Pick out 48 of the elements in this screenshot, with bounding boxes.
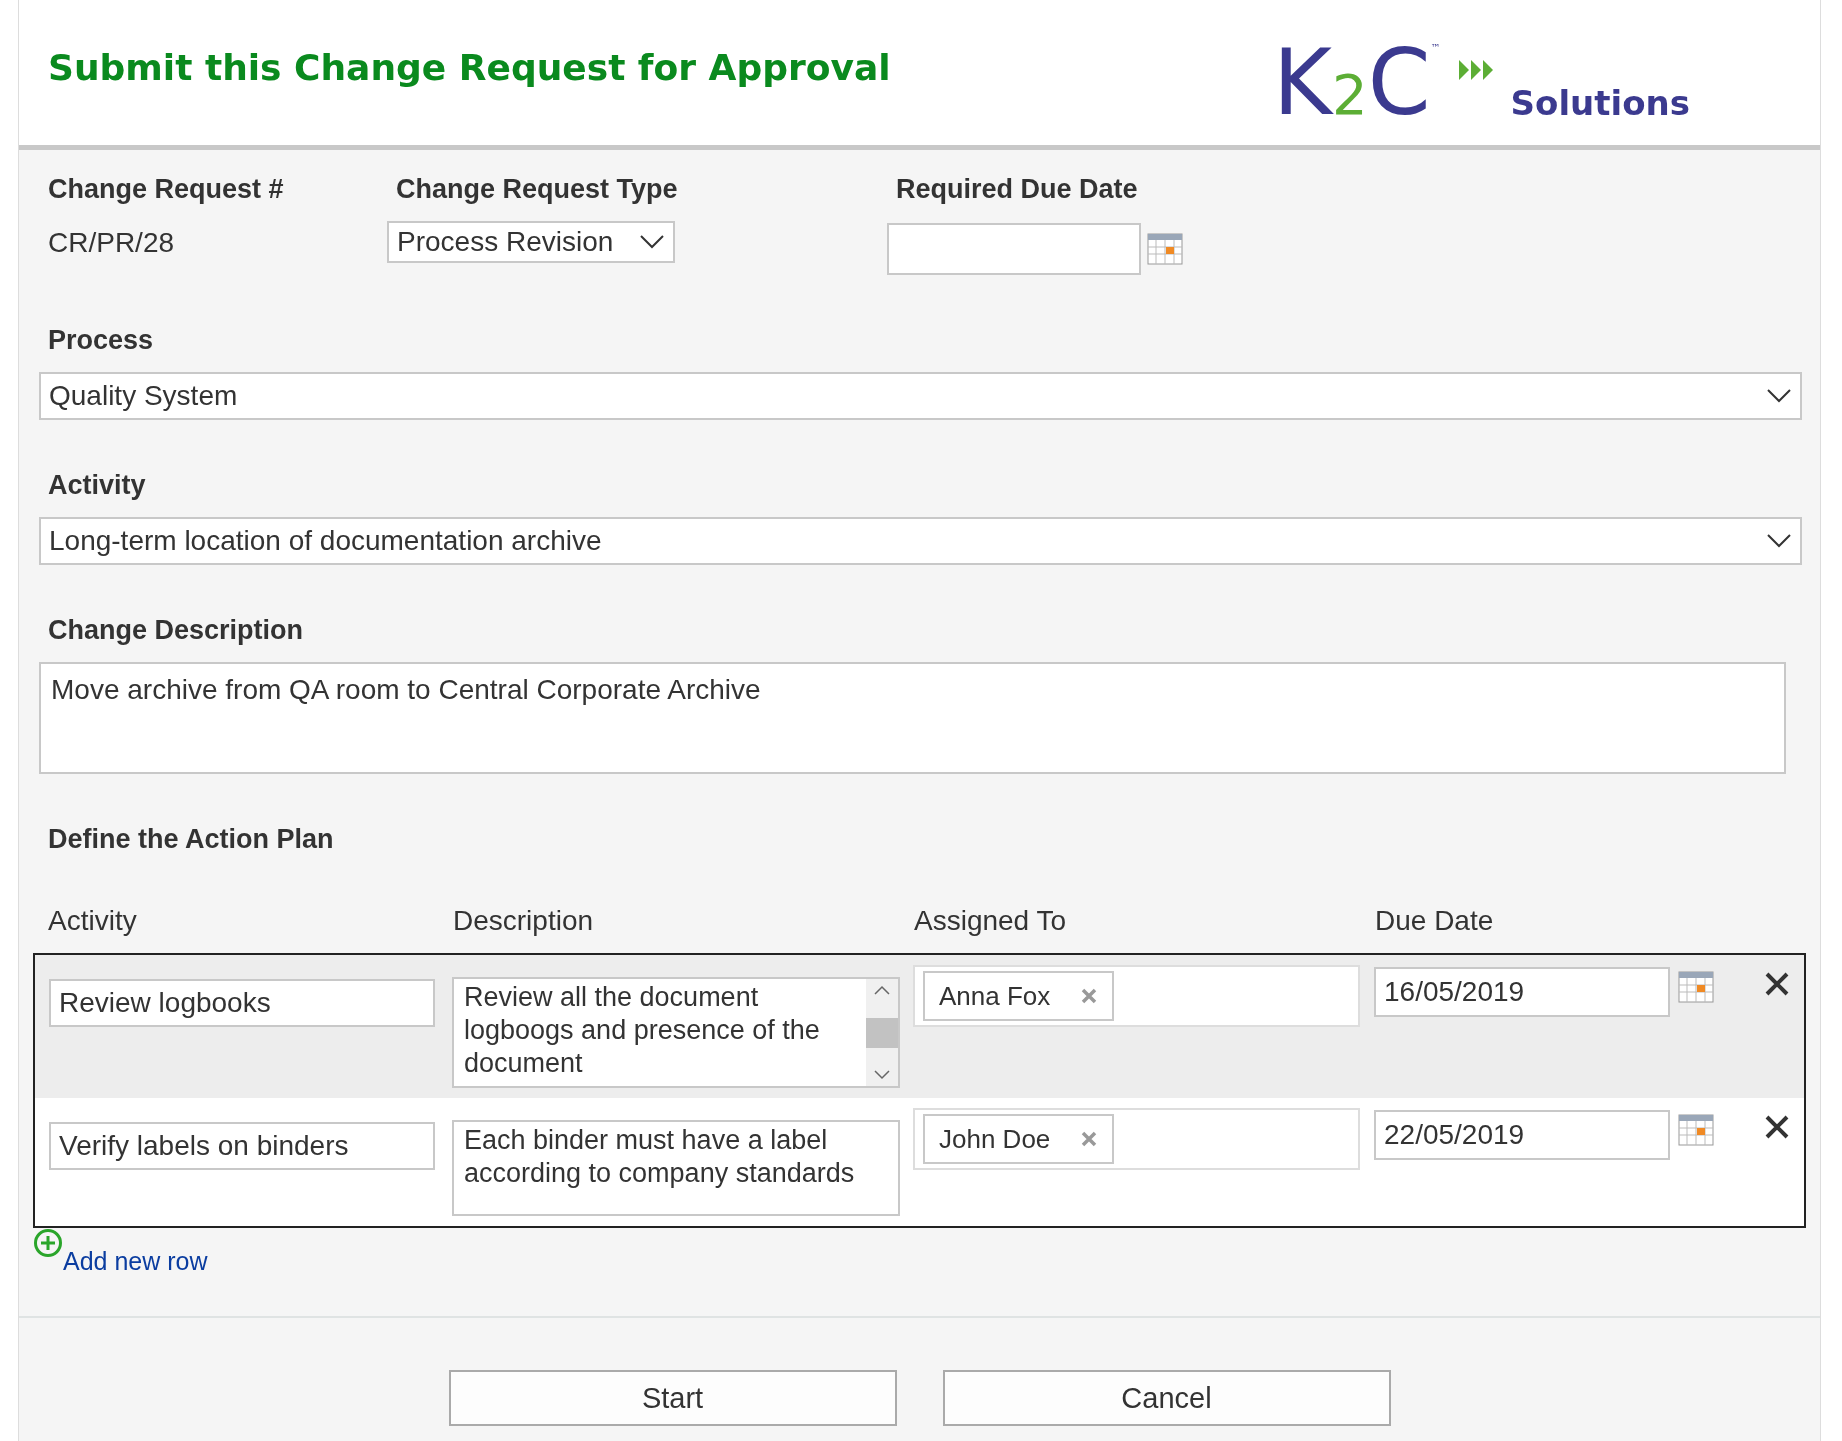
- description-field[interactable]: Move archive from QA room to Central Corporate Archive: [39, 662, 1786, 774]
- scroll-down-icon[interactable]: [874, 1070, 890, 1080]
- person-chip[interactable]: John Doe: [923, 1114, 1115, 1164]
- logo-wordmark: K2C™: [1273, 42, 1441, 123]
- add-row-link[interactable]: Add new row: [63, 1247, 208, 1276]
- logo-tagline: Solutions: [1510, 82, 1690, 123]
- remove-icon[interactable]: [1080, 1130, 1099, 1148]
- section-title: Define the Action Plan: [47, 824, 335, 855]
- add-icon[interactable]: [33, 1228, 63, 1258]
- field-label: Process: [47, 325, 155, 356]
- description-field[interactable]: Each binder must have a label according to company standards: [452, 1120, 900, 1216]
- column-header: Activity: [48, 905, 138, 937]
- calendar-icon[interactable]: [1678, 1114, 1714, 1146]
- request-number: CR/PR/28: [47, 227, 176, 259]
- calendar-icon[interactable]: [1147, 233, 1183, 265]
- type-select[interactable]: Process Revision: [387, 221, 675, 263]
- scroll-up-icon[interactable]: [874, 985, 890, 995]
- field-label: Required Due Date: [895, 174, 1139, 205]
- table-row[interactable]: Review logbooks Review all the document logboogs and presence of the document Anna Fox 16/05/2019: [35, 955, 1804, 1098]
- close-icon[interactable]: [1764, 971, 1790, 997]
- column-header: Assigned To: [914, 905, 1068, 937]
- activity-field[interactable]: Review logbooks: [49, 979, 435, 1027]
- column-header: Description: [453, 905, 595, 937]
- page-title: Submit this Change Request for Approval: [48, 47, 891, 88]
- date-field[interactable]: 22/05/2019: [1374, 1110, 1670, 1160]
- calendar-icon[interactable]: [1678, 971, 1714, 1003]
- cancel-button[interactable]: Cancel: [942, 1370, 1391, 1426]
- field-label: Change Request Type: [395, 174, 679, 205]
- close-icon[interactable]: [1764, 1114, 1790, 1140]
- column-header: Due Date: [1375, 905, 1495, 937]
- activity-field[interactable]: Verify labels on binders: [49, 1122, 435, 1170]
- chevron-down-icon[interactable]: [639, 234, 665, 250]
- process-select[interactable]: Quality System: [39, 372, 1802, 420]
- chevron-down-icon[interactable]: [1766, 388, 1792, 404]
- activity-select[interactable]: Long-term location of documentation archive: [39, 517, 1802, 565]
- remove-icon[interactable]: [1080, 987, 1099, 1005]
- field-label: Change Description: [47, 615, 305, 646]
- field-label: Activity: [47, 470, 147, 501]
- person-chip[interactable]: Anna Fox: [923, 971, 1115, 1021]
- people-picker[interactable]: John Doe: [913, 1108, 1360, 1170]
- people-picker[interactable]: Anna Fox: [913, 965, 1360, 1027]
- scrollbar[interactable]: [866, 979, 898, 1086]
- start-button[interactable]: Start: [448, 1370, 897, 1426]
- chevron-down-icon[interactable]: [1766, 533, 1792, 549]
- date-field[interactable]: 16/05/2019: [1374, 967, 1670, 1017]
- date-field[interactable]: [887, 223, 1141, 275]
- description-field[interactable]: Review all the document logboogs and presence of the document: [452, 977, 900, 1088]
- field-label: Change Request #: [47, 174, 285, 205]
